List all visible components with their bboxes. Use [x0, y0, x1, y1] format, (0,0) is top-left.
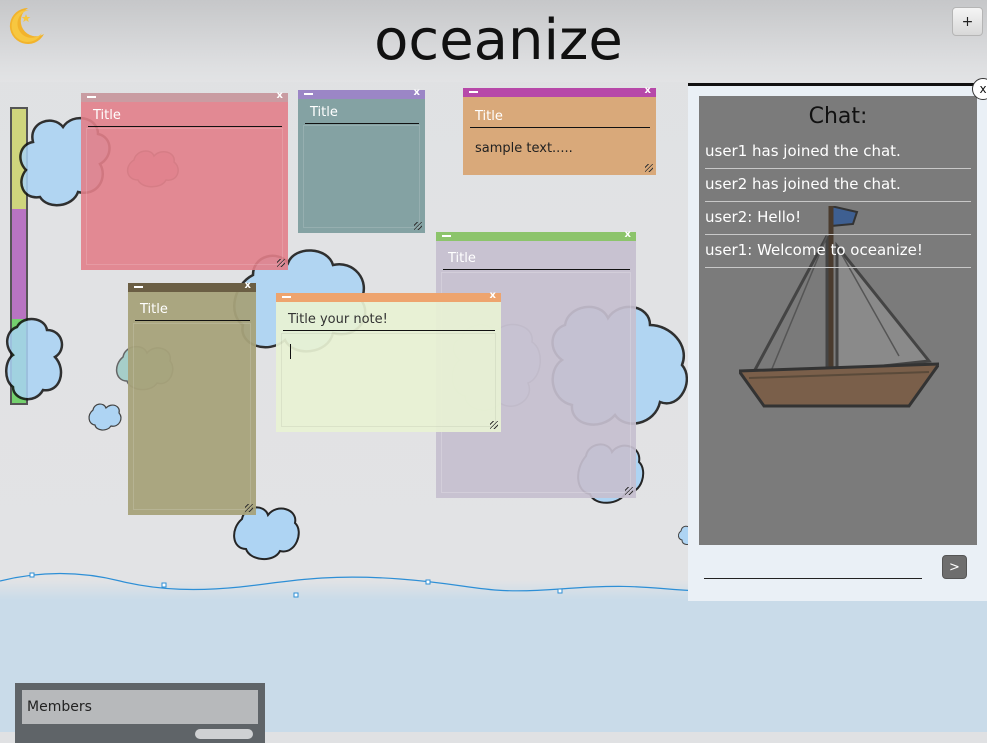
- note-title-bar[interactable]: x: [298, 87, 425, 99]
- minimize-icon[interactable]: [442, 235, 451, 237]
- members-label[interactable]: Members: [22, 690, 258, 724]
- resize-handle-icon[interactable]: [414, 222, 422, 230]
- note-title-input[interactable]: Title your note!: [283, 311, 495, 331]
- note-close-button[interactable]: x: [490, 290, 496, 301]
- send-button[interactable]: >: [942, 555, 967, 579]
- chat-title: Chat:: [808, 104, 868, 129]
- add-note-button[interactable]: +: [952, 7, 983, 36]
- cloud-icon: [5, 315, 67, 405]
- minimize-icon[interactable]: [87, 96, 96, 98]
- chat-log[interactable]: Chat: user1 has joined the chat. user2 h…: [699, 96, 977, 545]
- minimize-icon[interactable]: [469, 91, 478, 93]
- note-title-input[interactable]: Title: [470, 108, 650, 128]
- note-title-bar[interactable]: x: [81, 90, 288, 102]
- chat-message: user1 has joined the chat.: [705, 136, 971, 169]
- note-close-button[interactable]: x: [645, 85, 651, 96]
- sticky-note[interactable]: x Title: [298, 87, 425, 233]
- chat-close-button[interactable]: x: [972, 78, 987, 100]
- text-cursor: [290, 344, 291, 359]
- sticky-note[interactable]: x Title sample text.....: [463, 85, 656, 175]
- note-close-button[interactable]: x: [625, 229, 631, 240]
- chat-message: user2 has joined the chat.: [705, 169, 971, 202]
- note-close-button[interactable]: x: [277, 90, 283, 101]
- resize-handle-icon[interactable]: [645, 164, 653, 172]
- note-body[interactable]: [133, 323, 251, 510]
- minimize-icon[interactable]: [304, 93, 313, 95]
- color-swatch-purple[interactable]: [12, 209, 26, 319]
- note-close-button[interactable]: x: [414, 87, 420, 98]
- sticky-note[interactable]: x Title: [128, 280, 256, 515]
- note-body[interactable]: [281, 333, 496, 427]
- note-title-input[interactable]: Title: [88, 107, 282, 127]
- note-title-bar[interactable]: x: [463, 85, 656, 97]
- resize-handle-icon[interactable]: [625, 487, 633, 495]
- chat-message: user2: Hello!: [705, 202, 971, 235]
- minimize-icon[interactable]: [134, 286, 143, 288]
- sticky-note[interactable]: x Title: [81, 90, 288, 270]
- note-title-bar[interactable]: x: [436, 229, 636, 241]
- note-title-bar[interactable]: x: [128, 280, 256, 292]
- note-body[interactable]: [86, 128, 283, 265]
- note-title-input[interactable]: Title: [135, 301, 250, 321]
- chat-message: user1: Welcome to oceanize!: [705, 235, 971, 268]
- sticky-note[interactable]: x Title your note!: [276, 290, 501, 432]
- chat-input[interactable]: [704, 558, 922, 579]
- resize-handle-icon[interactable]: [277, 259, 285, 267]
- cloud-icon: [88, 402, 122, 431]
- chat-panel: Chat: user1 has joined the chat. user2 h…: [688, 83, 987, 601]
- note-title-bar[interactable]: x: [276, 290, 501, 302]
- resize-handle-icon[interactable]: [490, 421, 498, 429]
- minimize-icon[interactable]: [282, 296, 291, 298]
- note-text[interactable]: sample text.....: [475, 141, 573, 156]
- app-title: oceanize: [374, 8, 623, 73]
- resize-handle-icon[interactable]: [245, 504, 253, 512]
- members-toggle[interactable]: [195, 729, 253, 739]
- members-panel: Members: [15, 683, 265, 743]
- note-title-input[interactable]: Title: [305, 104, 419, 124]
- note-close-button[interactable]: x: [245, 280, 251, 291]
- note-title-input[interactable]: Title: [443, 250, 630, 270]
- note-body[interactable]: [303, 125, 420, 228]
